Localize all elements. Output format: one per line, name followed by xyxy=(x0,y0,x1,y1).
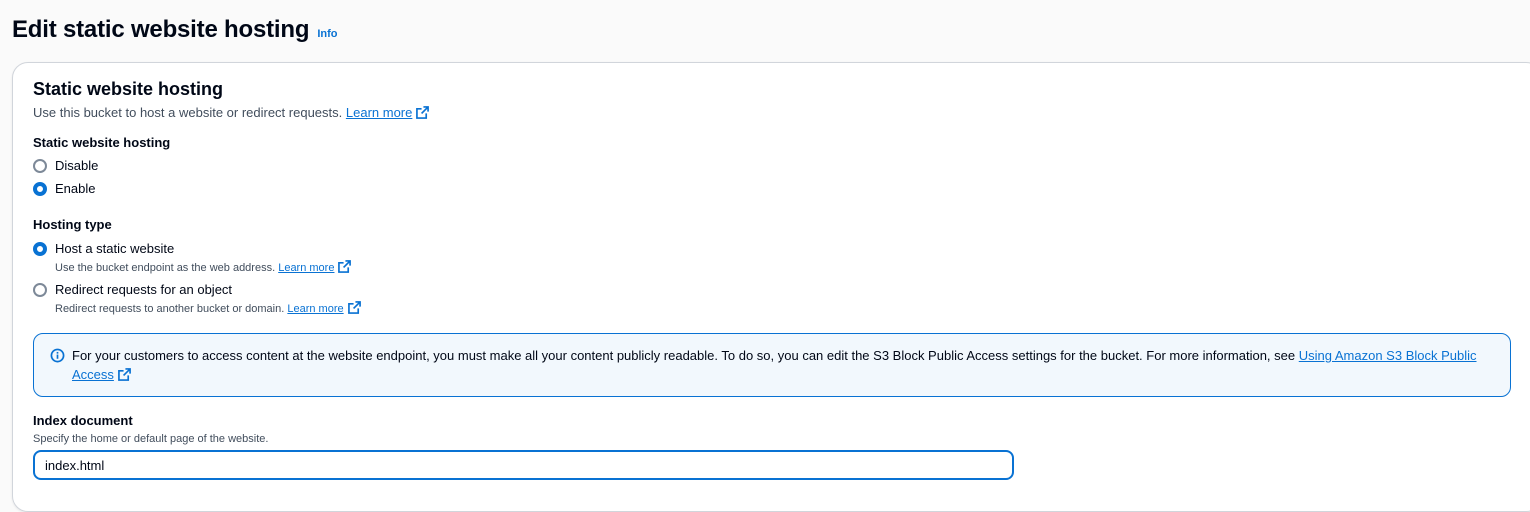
section-description: Use this bucket to host a website or red… xyxy=(33,105,430,122)
index-document-label: Index document xyxy=(33,413,133,428)
external-link-icon xyxy=(117,367,131,386)
section-description-text: Use this bucket to host a website or red… xyxy=(33,105,343,120)
radio-host-static-control[interactable] xyxy=(33,242,47,256)
radio-disable-label: Disable xyxy=(55,158,99,173)
radio-disable-control[interactable] xyxy=(33,159,47,173)
redirect-learn-more-link[interactable]: Learn more xyxy=(287,301,361,315)
section-title: Static website hosting xyxy=(33,79,224,99)
external-link-icon xyxy=(338,260,352,278)
hosting-panel: Static website hosting Use this bucket t… xyxy=(12,62,1530,512)
radio-enable-control[interactable] xyxy=(33,182,47,196)
radio-enable[interactable]: Enable xyxy=(33,180,95,198)
index-document-input[interactable] xyxy=(33,450,1014,480)
index-document-hint: Specify the home or default page of the … xyxy=(33,433,269,445)
hosting-type-label: Hosting type xyxy=(33,217,112,232)
radio-host-static-description: Use the bucket endpoint as the web addre… xyxy=(55,260,352,278)
external-link-icon xyxy=(416,106,430,122)
info-alert: For your customers to access content at … xyxy=(33,333,1511,397)
radio-redirect-description: Redirect requests to another bucket or d… xyxy=(55,301,361,319)
radio-enable-label: Enable xyxy=(55,181,96,196)
radio-host-static[interactable]: Host a static website Use the bucket end… xyxy=(33,240,352,278)
page-title: Edit static website hosting xyxy=(12,16,310,43)
page-header: Edit static website hosting Info xyxy=(12,16,337,44)
static-hosting-label: Static website hosting xyxy=(33,135,171,150)
radio-redirect[interactable]: Redirect requests for an object Redirect… xyxy=(33,281,361,319)
section-learn-more-link[interactable]: Learn more xyxy=(346,105,430,122)
radio-disable[interactable]: Disable xyxy=(33,157,98,175)
alert-text: For your customers to access content at … xyxy=(72,348,1296,363)
info-link[interactable]: Info xyxy=(317,28,337,40)
radio-redirect-control[interactable] xyxy=(33,283,47,297)
radio-host-static-label: Host a static website xyxy=(55,241,175,256)
host-static-learn-more-link[interactable]: Learn more xyxy=(278,260,352,274)
info-icon xyxy=(50,348,65,368)
external-link-icon xyxy=(347,301,361,319)
radio-redirect-label: Redirect requests for an object xyxy=(55,282,233,297)
